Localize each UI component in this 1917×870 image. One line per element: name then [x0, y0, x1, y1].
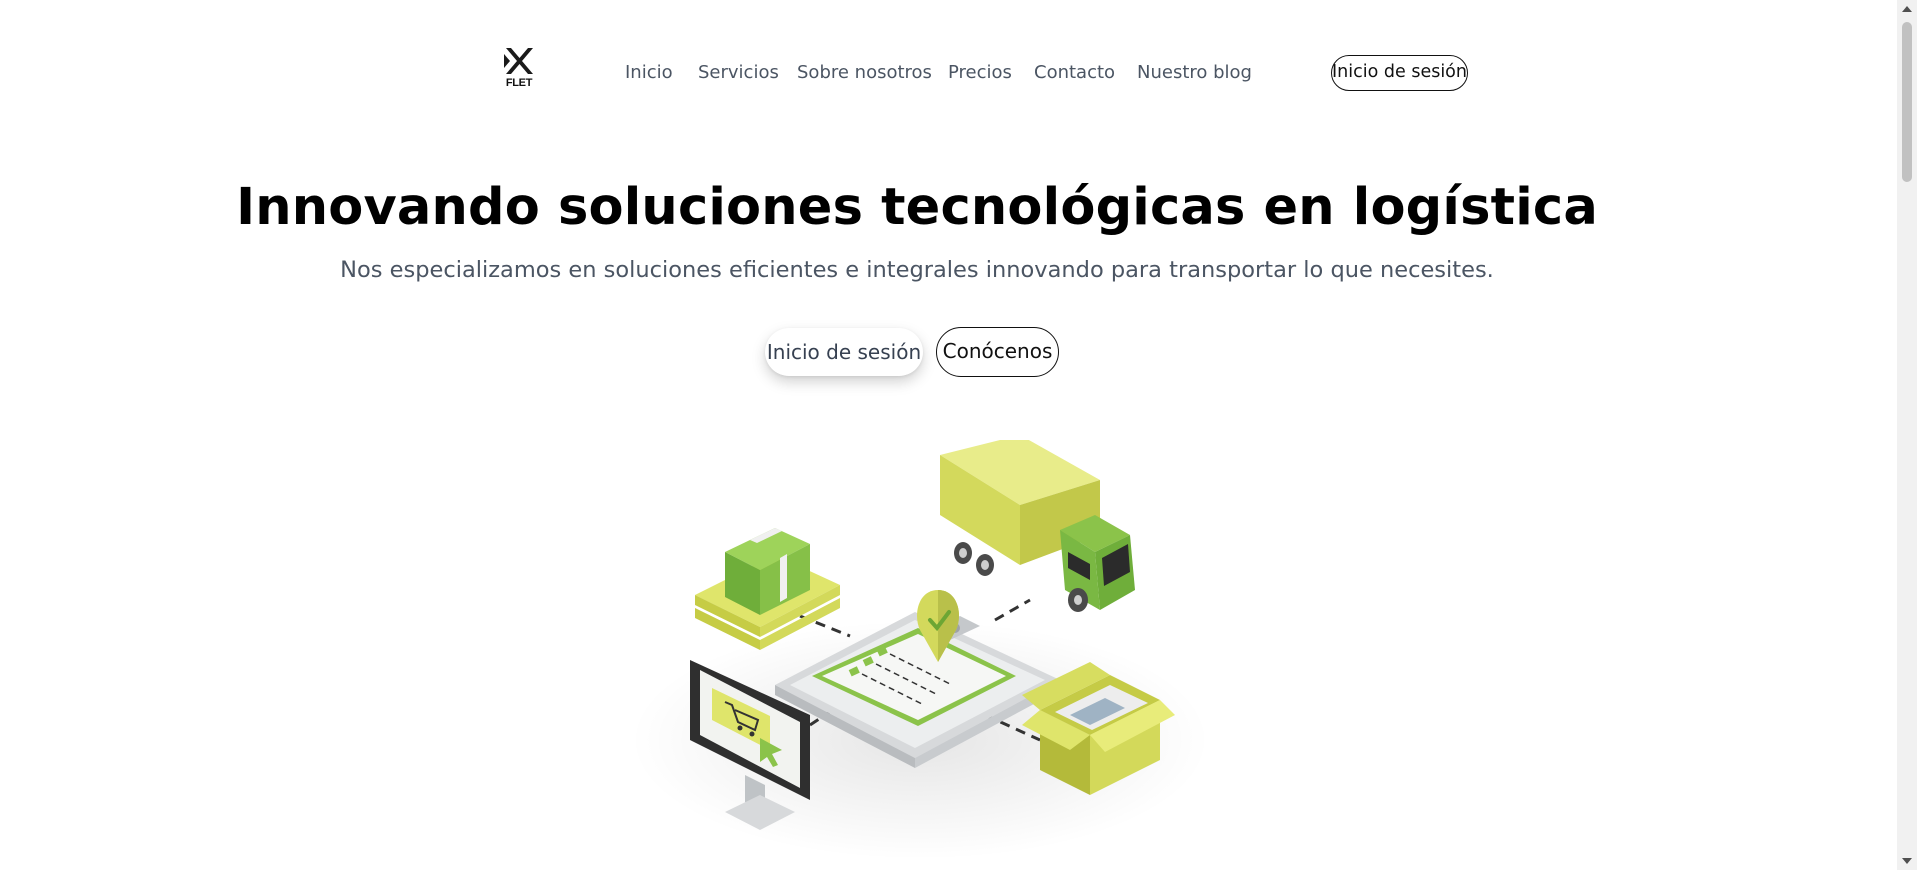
page-scrollbar[interactable] — [1897, 0, 1917, 870]
hero-title: Innovando soluciones tecnológicas en log… — [236, 178, 1598, 237]
scrollbar-thumb[interactable] — [1902, 22, 1912, 182]
nav-link-inicio[interactable]: Inicio — [625, 62, 673, 83]
nav-link-precios[interactable]: Precios — [948, 62, 1012, 83]
scroll-down-icon[interactable] — [1902, 858, 1912, 864]
hero-login-button[interactable]: Inicio de sesión — [765, 328, 923, 376]
main-nav: Inicio Servicios Sobre nosotros Precios … — [0, 62, 1917, 86]
nav-link-nuestro-blog[interactable]: Nuestro blog — [1137, 62, 1252, 83]
scroll-up-icon[interactable] — [1902, 6, 1912, 12]
nav-link-sobre-nosotros[interactable]: Sobre nosotros — [797, 62, 932, 83]
hero-about-button[interactable]: Conócenos — [936, 327, 1059, 377]
nav-link-servicios[interactable]: Servicios — [698, 62, 779, 83]
nav-link-contacto[interactable]: Contacto — [1034, 62, 1115, 83]
header-login-button[interactable]: Inicio de sesión — [1331, 55, 1468, 91]
logistics-illustration — [630, 440, 1210, 860]
truck-icon — [940, 440, 1135, 612]
hero-subtitle: Nos especializamos en soluciones eficien… — [340, 257, 1494, 283]
